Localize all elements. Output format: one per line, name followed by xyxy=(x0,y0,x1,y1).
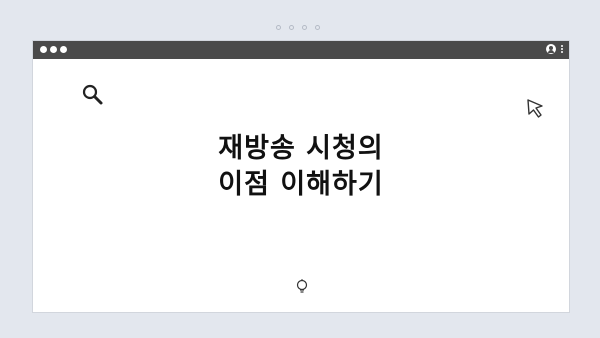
titlebar-actions xyxy=(546,44,563,54)
cursor-icon xyxy=(527,99,543,118)
window-titlebar xyxy=(33,41,569,59)
kebab-menu-icon[interactable] xyxy=(561,45,563,53)
window-control-dot[interactable] xyxy=(60,46,67,53)
carousel-dot[interactable] xyxy=(315,25,320,30)
search-icon xyxy=(82,84,103,105)
window-controls xyxy=(40,46,67,53)
browser-window: 재방송 시청의 이점 이해하기 xyxy=(32,40,570,313)
page-background: 재방송 시청의 이점 이해하기 xyxy=(0,0,600,338)
lightbulb-icon xyxy=(296,279,308,293)
carousel-dot[interactable] xyxy=(302,25,307,30)
carousel-dot[interactable] xyxy=(289,25,294,30)
window-control-dot[interactable] xyxy=(50,46,57,53)
page-headline: 재방송 시청의 이점 이해하기 xyxy=(33,131,569,203)
headline-line-1: 재방송 시청의 xyxy=(218,133,384,164)
carousel-dot[interactable] xyxy=(276,25,281,30)
carousel-indicator xyxy=(276,25,320,30)
user-icon[interactable] xyxy=(546,44,556,54)
headline-line-2: 이점 이해하기 xyxy=(218,169,384,200)
window-control-dot[interactable] xyxy=(40,46,47,53)
